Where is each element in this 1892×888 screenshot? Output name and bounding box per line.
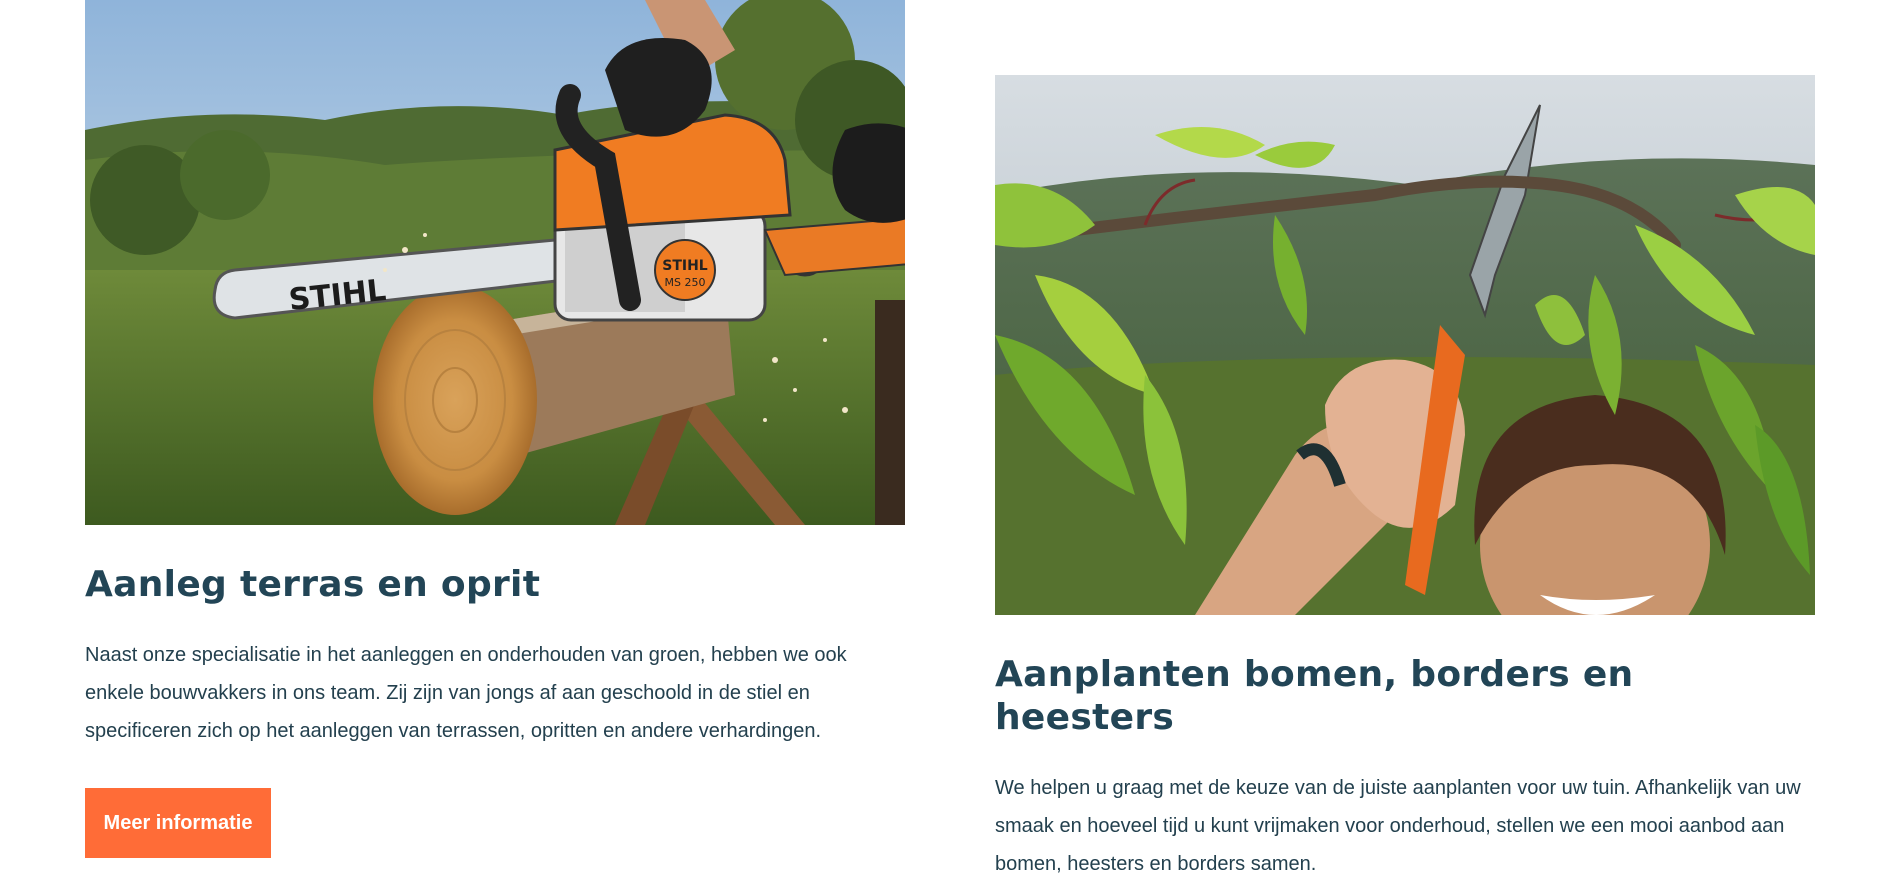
pruning-illustration <box>995 75 1815 615</box>
chainsaw-model-badge: MS 250 <box>665 276 706 289</box>
service-title-aanplanten: Aanplanten bomen, borders en heesters <box>995 654 1634 739</box>
meer-informatie-button[interactable]: Meer informatie <box>85 788 271 859</box>
service-description-aanplanten: We helpen u graag met de keuze van de ju… <box>995 777 1801 876</box>
chainsaw-brand-badge: STIHL <box>662 258 708 274</box>
service-card-terras: STIHL STIHL MS 250 Aanleg terras en opri… <box>85 0 905 859</box>
service-card-aanplanten: Aanplanten bomen, borders en heesters We… <box>995 75 1815 883</box>
chainsaw-illustration: STIHL STIHL MS 250 <box>85 0 905 525</box>
service-description-terras: Naast onze specialisatie in het aanlegge… <box>85 644 847 743</box>
pruning-photo <box>995 75 1815 615</box>
service-title-terras: Aanleg terras en oprit <box>85 564 541 605</box>
chainsaw-photo: STIHL STIHL MS 250 <box>85 0 905 525</box>
